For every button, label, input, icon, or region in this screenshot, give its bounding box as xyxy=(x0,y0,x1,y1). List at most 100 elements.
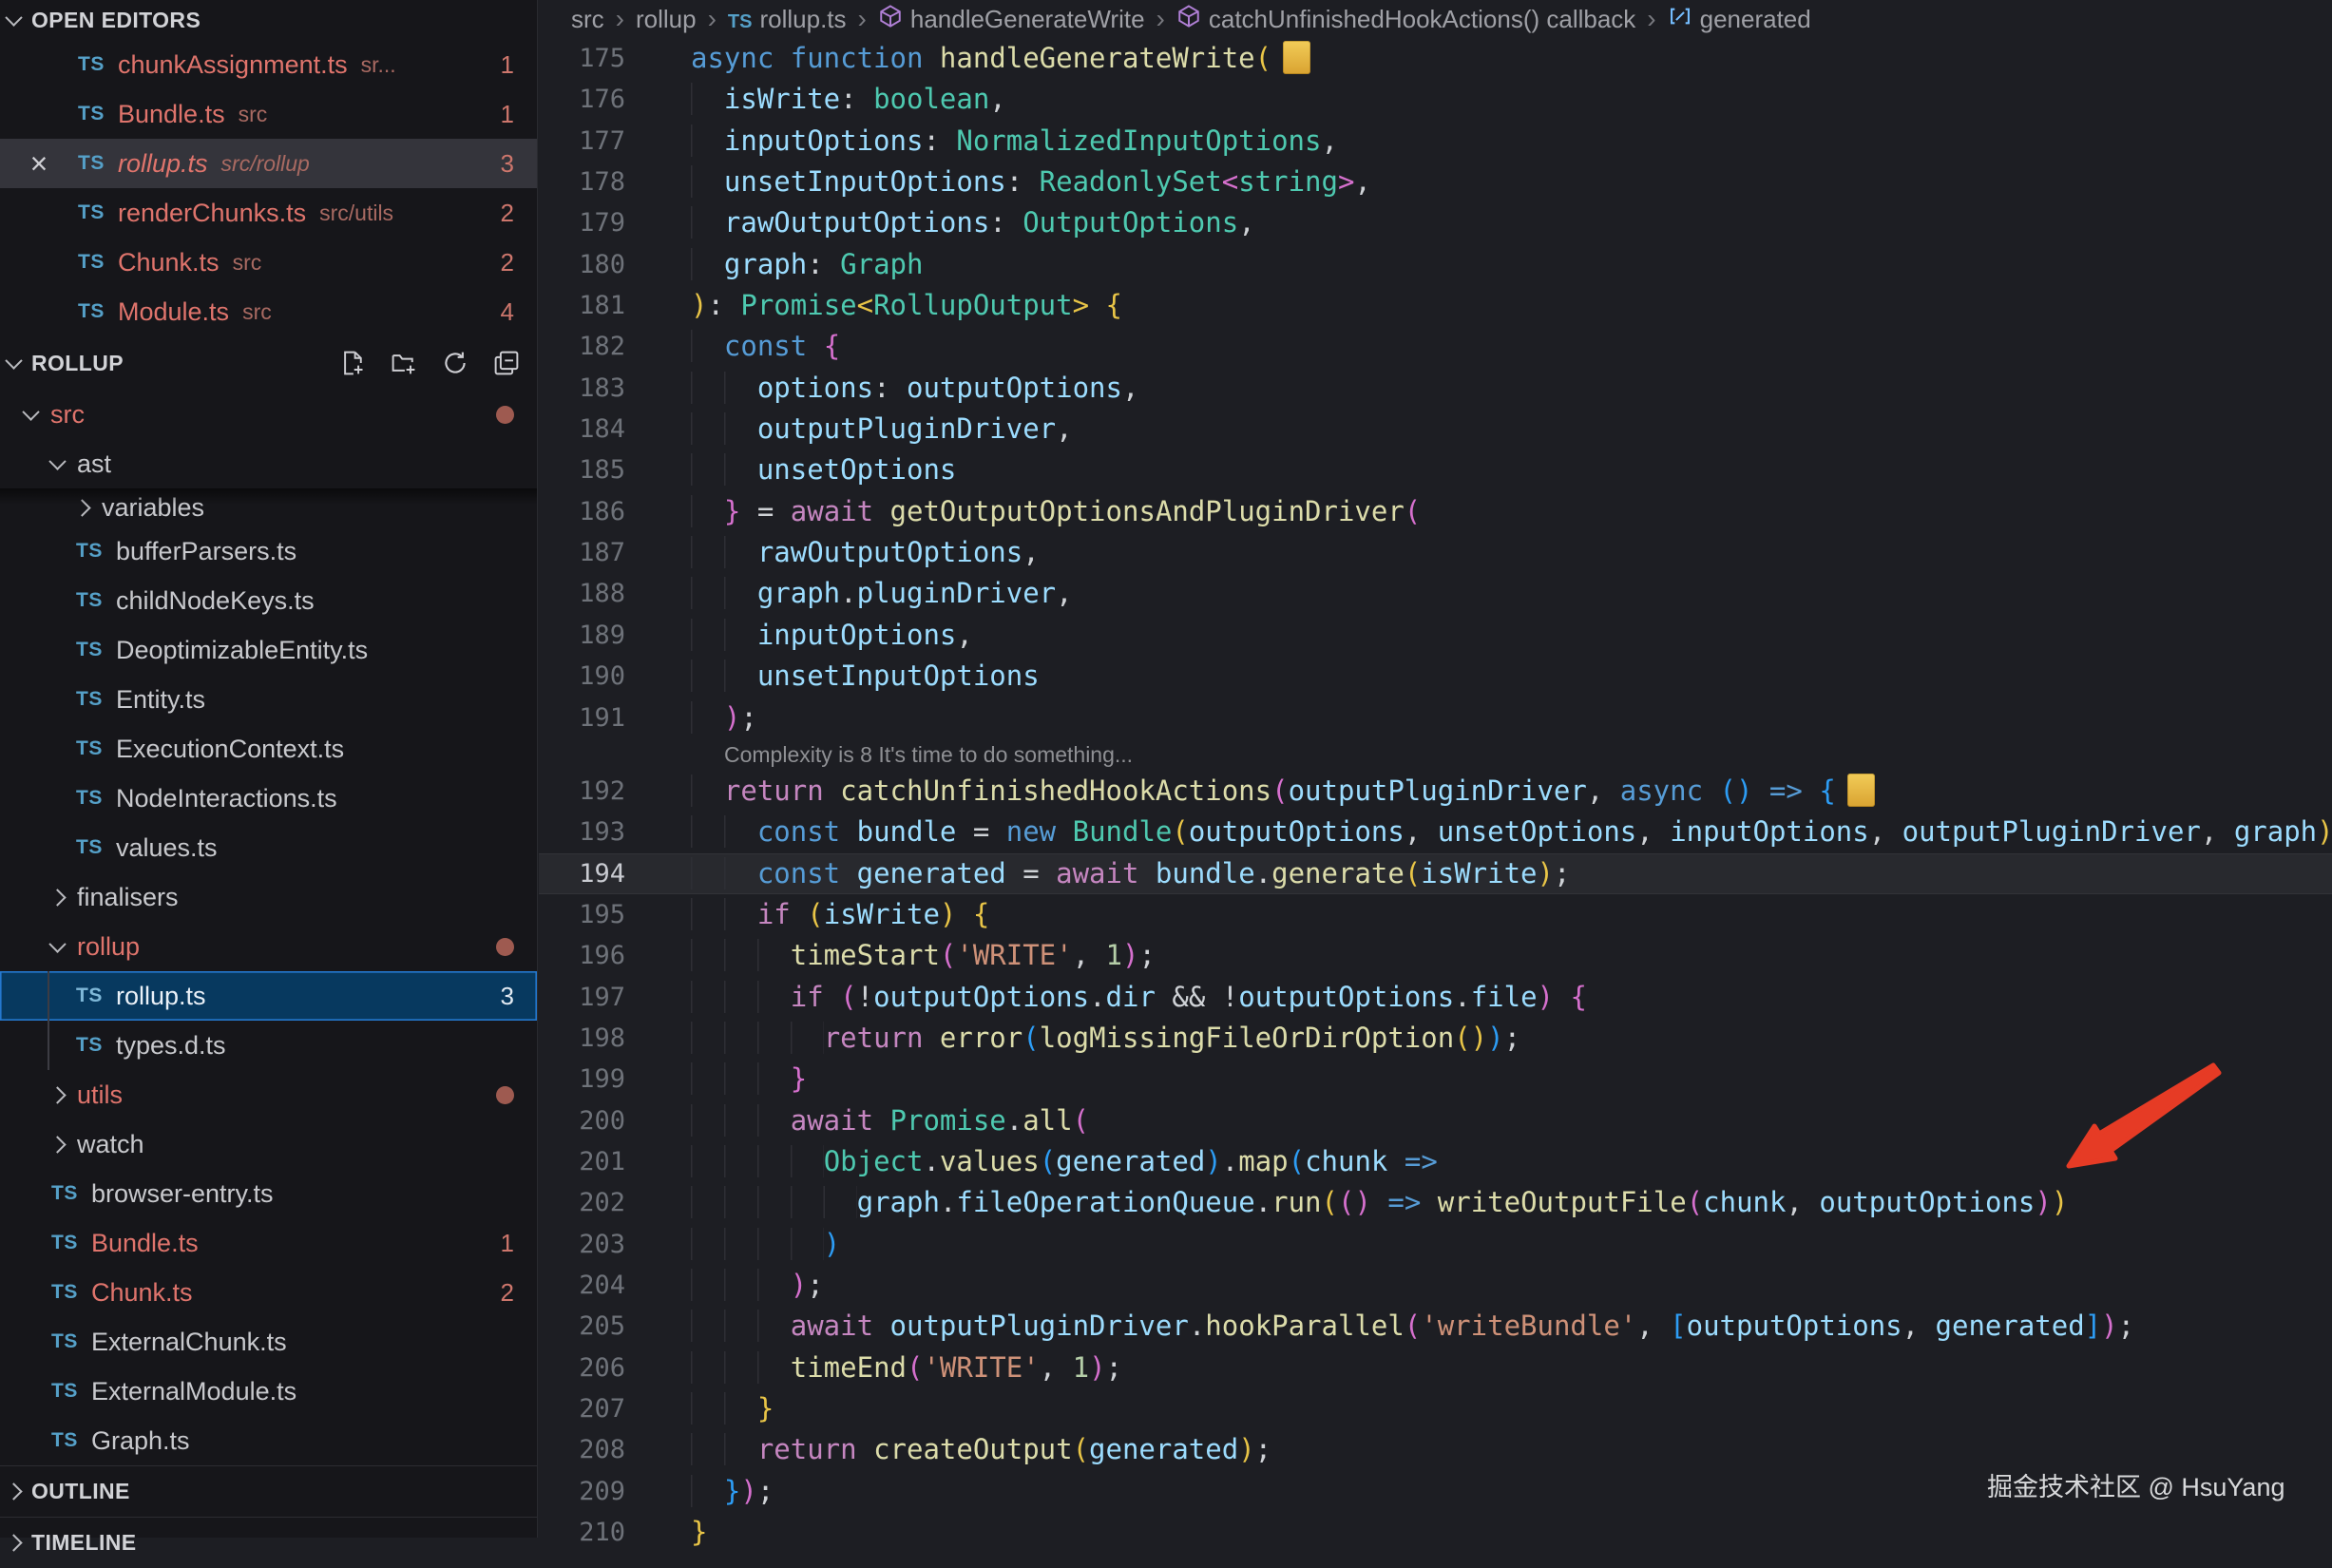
close-icon[interactable]: × xyxy=(0,139,78,188)
line-number[interactable]: 186 xyxy=(539,491,691,532)
line-number[interactable]: 181 xyxy=(539,285,691,326)
line-number[interactable]: 196 xyxy=(539,935,691,976)
code-line-181[interactable]: 181): Promise<RollupOutput> { xyxy=(539,285,2332,326)
tree-item-rollup[interactable]: rollup xyxy=(0,922,537,971)
line-number[interactable]: 178 xyxy=(539,162,691,202)
code-line-202[interactable]: 202 graph.fileOperationQueue.run(() => w… xyxy=(539,1182,2332,1223)
line-number[interactable]: 200 xyxy=(539,1100,691,1141)
line-number[interactable]: 191 xyxy=(539,698,691,738)
code-line-193[interactable]: 193 const bundle = new Bundle(outputOpti… xyxy=(539,812,2332,852)
breadcrumb-item-handleGenerateWrite[interactable]: handleGenerateWrite xyxy=(878,4,1145,35)
line-number[interactable]: 210 xyxy=(539,1512,691,1553)
line-number[interactable]: 188 xyxy=(539,573,691,614)
new-file-icon[interactable] xyxy=(339,350,366,376)
code-line-198[interactable]: 198 return error(logMissingFileOrDirOpti… xyxy=(539,1018,2332,1059)
tree-item-browser-entry.ts[interactable]: TSbrowser-entry.ts xyxy=(0,1169,537,1218)
line-number[interactable]: 179 xyxy=(539,202,691,243)
refresh-icon[interactable] xyxy=(442,350,468,376)
code-line-178[interactable]: 178 unsetInputOptions: ReadonlySet<strin… xyxy=(539,162,2332,202)
line-number[interactable]: 199 xyxy=(539,1059,691,1100)
code-line-195[interactable]: 195 if (isWrite) { xyxy=(539,894,2332,935)
tree-item-NodeInteractions.ts[interactable]: TSNodeInteractions.ts xyxy=(0,774,537,823)
code-editor[interactable]: src›rollup›TSrollup.ts›handleGenerateWri… xyxy=(539,0,2332,1538)
tree-item-utils[interactable]: utils xyxy=(0,1070,537,1119)
line-number[interactable]: 195 xyxy=(539,894,691,935)
line-number[interactable]: 205 xyxy=(539,1306,691,1347)
line-number[interactable]: 192 xyxy=(539,771,691,812)
code-line-186[interactable]: 186 } = await getOutputOptionsAndPluginD… xyxy=(539,491,2332,532)
line-number[interactable]: 176 xyxy=(539,79,691,120)
line-number[interactable]: 201 xyxy=(539,1141,691,1182)
codelens-complexity[interactable]: Complexity is 8 It's time to do somethin… xyxy=(539,738,2332,771)
tree-item-rollup.ts[interactable]: TSrollup.ts3 xyxy=(0,971,537,1021)
code-line-196[interactable]: 196 timeStart('WRITE', 1); xyxy=(539,935,2332,976)
line-number[interactable]: 182 xyxy=(539,326,691,367)
tree-item-src[interactable]: src xyxy=(0,390,537,439)
line-number[interactable]: 183 xyxy=(539,368,691,409)
code-line-184[interactable]: 184 outputPluginDriver, xyxy=(539,409,2332,449)
code-line-187[interactable]: 187 rawOutputOptions, xyxy=(539,532,2332,573)
tree-item-DeoptimizableEntity.ts[interactable]: TSDeoptimizableEntity.ts xyxy=(0,625,537,675)
code-line-180[interactable]: 180 graph: Graph xyxy=(539,244,2332,285)
code-line-208[interactable]: 208 return createOutput(generated); xyxy=(539,1429,2332,1470)
line-number[interactable]: 197 xyxy=(539,977,691,1018)
line-number[interactable]: 185 xyxy=(539,449,691,490)
code-line-189[interactable]: 189 inputOptions, xyxy=(539,615,2332,656)
code-line-191[interactable]: 191 ); xyxy=(539,698,2332,738)
breadcrumb-item-generated[interactable]: generated xyxy=(1668,4,1811,35)
tree-item-Entity.ts[interactable]: TSEntity.ts xyxy=(0,675,537,724)
code-line-177[interactable]: 177 inputOptions: NormalizedInputOptions… xyxy=(539,121,2332,162)
breadcrumb-item-src[interactable]: src xyxy=(571,5,604,34)
line-number[interactable]: 209 xyxy=(539,1471,691,1512)
line-number[interactable]: 202 xyxy=(539,1182,691,1223)
tree-item-ExecutionContext.ts[interactable]: TSExecutionContext.ts xyxy=(0,724,537,774)
line-number[interactable]: 175 xyxy=(539,38,691,79)
line-number[interactable]: 206 xyxy=(539,1348,691,1388)
tree-item-ast[interactable]: ast xyxy=(0,439,537,488)
code-line-188[interactable]: 188 graph.pluginDriver, xyxy=(539,573,2332,614)
open-editor-item-renderChunks.ts[interactable]: TSrenderChunks.tssrc/utils2 xyxy=(0,188,537,238)
line-number[interactable]: 184 xyxy=(539,409,691,449)
complexity-marker-icon[interactable] xyxy=(1847,774,1875,807)
code-line-182[interactable]: 182 const { xyxy=(539,326,2332,367)
tree-item-finalisers[interactable]: finalisers xyxy=(0,872,537,922)
open-editor-item-rollup.ts[interactable]: ×TSrollup.tssrc/rollup3 xyxy=(0,139,537,188)
line-number[interactable]: 204 xyxy=(539,1265,691,1306)
open-editor-item-Module.ts[interactable]: TSModule.tssrc4 xyxy=(0,287,537,336)
tree-item-ExternalModule.ts[interactable]: TSExternalModule.ts xyxy=(0,1367,537,1416)
open-editor-item-Chunk.ts[interactable]: TSChunk.tssrc2 xyxy=(0,238,537,287)
line-number[interactable]: 187 xyxy=(539,532,691,573)
open-editor-item-Bundle.ts[interactable]: TSBundle.tssrc1 xyxy=(0,89,537,139)
code-area[interactable]: 175async function handleGenerateWrite(17… xyxy=(539,38,2332,1538)
code-line-207[interactable]: 207 } xyxy=(539,1388,2332,1429)
outline-section-header[interactable]: OUTLINE xyxy=(0,1465,537,1517)
line-number[interactable]: 194 xyxy=(539,853,691,894)
tree-item-Bundle.ts[interactable]: TSBundle.ts1 xyxy=(0,1218,537,1268)
tree-item-watch[interactable]: watch xyxy=(0,1119,537,1169)
code-line-179[interactable]: 179 rawOutputOptions: OutputOptions, xyxy=(539,202,2332,243)
code-line-176[interactable]: 176 isWrite: boolean, xyxy=(539,79,2332,120)
explorer-section-header[interactable]: ROLLUP xyxy=(0,336,537,390)
line-number[interactable]: 190 xyxy=(539,656,691,697)
tree-item-ExternalChunk.ts[interactable]: TSExternalChunk.ts xyxy=(0,1317,537,1367)
tree-item-values.ts[interactable]: TSvalues.ts xyxy=(0,823,537,872)
line-number[interactable]: 180 xyxy=(539,244,691,285)
line-number[interactable]: 193 xyxy=(539,812,691,852)
code-line-185[interactable]: 185 unsetOptions xyxy=(539,449,2332,490)
tree-item-Graph.ts[interactable]: TSGraph.ts xyxy=(0,1416,537,1465)
line-number[interactable]: 203 xyxy=(539,1224,691,1265)
line-number[interactable]: 189 xyxy=(539,615,691,656)
complexity-marker-icon[interactable] xyxy=(1283,41,1310,74)
breadcrumb-item-rollup.ts[interactable]: TSrollup.ts xyxy=(728,5,847,34)
code-line-194[interactable]: 194 const generated = await bundle.gener… xyxy=(539,853,2332,894)
code-line-190[interactable]: 190 unsetInputOptions xyxy=(539,656,2332,697)
line-number[interactable]: 198 xyxy=(539,1018,691,1059)
code-line-205[interactable]: 205 await outputPluginDriver.hookParalle… xyxy=(539,1306,2332,1347)
line-number[interactable]: 208 xyxy=(539,1429,691,1470)
tree-item-variables[interactable]: variables xyxy=(0,488,537,526)
code-line-203[interactable]: 203 ) xyxy=(539,1224,2332,1265)
tree-item-types.d.ts[interactable]: TStypes.d.ts xyxy=(0,1021,537,1070)
timeline-section-header[interactable]: TIMELINE xyxy=(0,1517,537,1568)
code-line-204[interactable]: 204 ); xyxy=(539,1265,2332,1306)
collapse-all-icon[interactable] xyxy=(493,350,520,376)
